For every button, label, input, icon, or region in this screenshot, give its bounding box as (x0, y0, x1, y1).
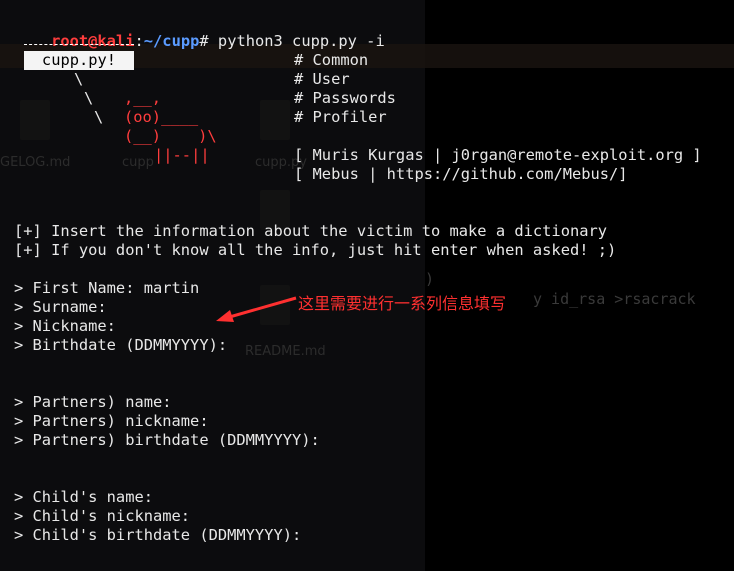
menu-item: # Profiler (294, 108, 387, 126)
prompt-path: ~/cupp (143, 32, 200, 50)
art-line: \ (74, 70, 84, 88)
input-prompt-first-name: > First Name: martin (14, 279, 200, 297)
input-prompt-partner-birthdate: > Partners) birthdate (DDMMYYYY): (14, 431, 320, 449)
info-line: [+] Insert the information about the vic… (14, 222, 608, 240)
banner-label: cupp.py! (24, 51, 134, 70)
art-cow: ,__, (124, 89, 162, 107)
input-prompt-surname: > Surname: (14, 298, 107, 316)
prompt-user: root@kali (51, 32, 135, 50)
menu-item: # User (294, 70, 350, 88)
ghost-filename: README.md (245, 344, 326, 359)
input-prompt-partner-name: > Partners) name: (14, 393, 172, 411)
art-cow: ||--|| (154, 146, 210, 164)
input-prompt-partner-nickname: > Partners) nickname: (14, 412, 209, 430)
input-prompt-birthdate: > Birthdate (DDMMYYYY): (14, 336, 228, 354)
ghost-file-icon (20, 100, 50, 140)
annotation-text: 这里需要进行一系列信息填写 (298, 294, 507, 313)
info-line: [+] If you don't know all the info, just… (14, 241, 617, 259)
terminal-window[interactable]: GELOG.md cupp cupp.py README.md y id_rsa… (0, 0, 734, 571)
annotation-arrow-icon (216, 296, 297, 322)
art-cow: (oo)____ (124, 108, 199, 126)
input-prompt-child-name: > Child's name: (14, 488, 153, 506)
art-line: \ (84, 89, 94, 107)
menu-item: # Common (294, 51, 369, 69)
banner-dash (24, 44, 134, 47)
prompt-command: python3 cupp.py -i (208, 32, 385, 50)
ghost-paren: ) (425, 270, 435, 288)
menu-item: # Passwords (294, 89, 396, 107)
art-line: \ (94, 108, 104, 126)
prompt-sep: : (134, 32, 144, 50)
ghost-file-icon (260, 100, 290, 140)
input-prompt-child-birthdate: > Child's birthdate (DDMMYYYY): (14, 526, 302, 544)
credit-line: [ Mebus | https://github.com/Mebus/] (294, 165, 628, 183)
input-prompt-nickname: > Nickname: (14, 317, 116, 335)
ghost-filename: GELOG.md (0, 155, 71, 170)
art-cow: (__) )\ (124, 127, 217, 145)
credit-line: [ Muris Kurgas | j0rgan@remote-exploit.o… (294, 146, 702, 164)
ghost-filename: cupp (122, 155, 154, 170)
input-prompt-child-nickname: > Child's nickname: (14, 507, 191, 525)
prompt-symbol: # (199, 32, 209, 50)
ghost-command: y id_rsa >rsacrack (533, 290, 696, 308)
